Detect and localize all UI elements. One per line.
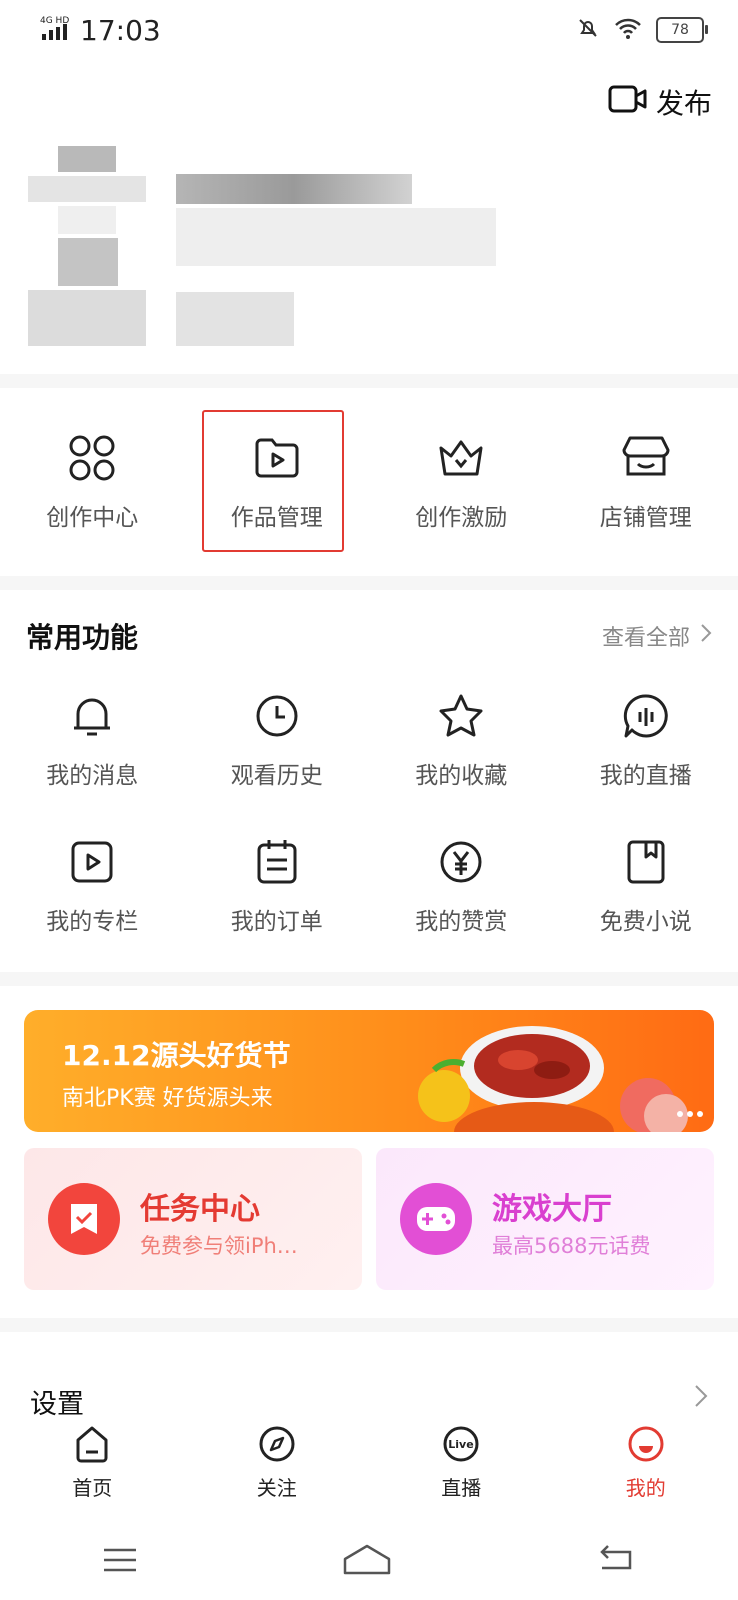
- settings-chevron-icon[interactable]: [694, 1384, 708, 1412]
- common-row-1: 我的消息 观看历史 我的收藏 我的直播: [0, 690, 738, 790]
- my-orders-label: 我的订单: [230, 909, 323, 935]
- username-blurred: [176, 174, 412, 204]
- order-icon: [257, 840, 297, 884]
- publish-button[interactable]: 发布: [608, 82, 712, 122]
- creator-incentive-button[interactable]: 创作激励: [369, 432, 554, 532]
- game-hall-title: 游戏大厅: [492, 1192, 612, 1227]
- settings-label[interactable]: 设置: [30, 1382, 84, 1421]
- profile-stats-blurred: [176, 292, 294, 346]
- status-icons: 78: [576, 16, 708, 44]
- live-icon: [623, 694, 668, 738]
- profile-icon: [628, 1426, 664, 1462]
- signal-icon: 4G HD: [40, 14, 74, 42]
- my-rewards-label: 我的赞赏: [415, 909, 508, 935]
- publish-label: 发布: [655, 87, 712, 120]
- see-all-label: 查看全部: [601, 626, 690, 651]
- see-all-link[interactable]: 查看全部: [602, 620, 712, 652]
- tab-home-label: 首页: [72, 1476, 113, 1500]
- clock-icon: [256, 695, 298, 737]
- tab-follow[interactable]: 关注: [185, 1424, 370, 1514]
- home-icon: [76, 1426, 108, 1463]
- compass-icon: [259, 1426, 295, 1462]
- creator-tools: 创作中心 作品管理 创作激励 店铺管理: [0, 432, 738, 532]
- store-icon: [622, 436, 670, 476]
- divider: [0, 576, 738, 590]
- task-center-subtitle: 免费参与领iPh…: [140, 1234, 298, 1258]
- free-novels-label: 免费小说: [599, 909, 692, 935]
- tab-live-label: 直播: [441, 1476, 482, 1500]
- banner-subtitle: 南北PK赛 好货源头来: [62, 1086, 273, 1111]
- system-nav-bar: [0, 1524, 738, 1600]
- svg-text:Live: Live: [449, 1438, 474, 1451]
- bell-icon: [74, 698, 111, 736]
- my-messages-label: 我的消息: [46, 763, 139, 789]
- gamepad-icon: [400, 1183, 472, 1255]
- my-favorites-button[interactable]: 我的收藏: [369, 690, 554, 790]
- banner-title: 12.12源头好货节: [62, 1039, 291, 1072]
- book-icon: [627, 840, 665, 884]
- home-nav-icon[interactable]: [342, 1543, 392, 1581]
- my-rewards-button[interactable]: 我的赞赏: [369, 836, 554, 936]
- game-hall-subtitle: 最高5688元话费: [492, 1234, 651, 1258]
- menu-icon[interactable]: [102, 1546, 138, 1578]
- tab-me-label: 我的: [625, 1476, 666, 1500]
- video-camera-icon: [608, 84, 648, 121]
- store-management-label: 店铺管理: [599, 505, 692, 531]
- my-live-button[interactable]: 我的直播: [554, 690, 738, 790]
- tab-bar: 首页 关注 Live 直播 我的: [0, 1424, 738, 1514]
- game-hall-card[interactable]: 游戏大厅 最高5688元话费: [376, 1148, 714, 1290]
- free-novels-button[interactable]: 免费小说: [554, 836, 738, 936]
- star-icon: [439, 694, 483, 737]
- profile-info-blurred: [176, 208, 496, 266]
- my-orders-button[interactable]: 我的订单: [185, 836, 370, 936]
- my-live-label: 我的直播: [599, 763, 692, 789]
- my-favorites-label: 我的收藏: [415, 763, 508, 789]
- task-icon: [48, 1183, 120, 1255]
- yen-icon: [440, 841, 482, 883]
- task-center-card[interactable]: 任务中心 免费参与领iPh…: [24, 1148, 362, 1290]
- back-nav-icon[interactable]: [596, 1544, 636, 1580]
- mute-bell-icon: [576, 16, 600, 44]
- play-square-icon: [71, 841, 113, 883]
- divider: [0, 1318, 738, 1332]
- divider: [0, 374, 738, 388]
- status-time: 17:03: [80, 14, 161, 47]
- highlight-box: [202, 410, 344, 552]
- tab-follow-label: 关注: [256, 1476, 297, 1500]
- creator-incentive-label: 创作激励: [415, 505, 508, 531]
- divider: [0, 972, 738, 986]
- crown-icon: [439, 440, 483, 476]
- my-column-label: 我的专栏: [46, 909, 139, 935]
- avatar[interactable]: [28, 146, 146, 346]
- grid-icon: [69, 435, 115, 481]
- common-row-2: 我的专栏 我的订单 我的赞赏 免费小说: [0, 836, 738, 936]
- creator-center-label: 创作中心: [46, 505, 139, 531]
- tab-home[interactable]: 首页: [0, 1424, 185, 1514]
- live-badge-icon: Live: [443, 1426, 479, 1462]
- wifi-icon: [614, 16, 642, 44]
- tab-me[interactable]: 我的: [554, 1424, 738, 1514]
- my-messages-button[interactable]: 我的消息: [0, 690, 185, 790]
- store-management-button[interactable]: 店铺管理: [554, 432, 738, 532]
- creator-center-button[interactable]: 创作中心: [0, 432, 185, 532]
- chevron-right-icon: [700, 623, 712, 649]
- watch-history-button[interactable]: 观看历史: [185, 690, 370, 790]
- watch-history-label: 观看历史: [230, 763, 323, 789]
- promo-banner[interactable]: 12.12源头好货节 南北PK赛 好货源头来: [24, 1010, 714, 1132]
- banner-food-image: [414, 1010, 714, 1132]
- task-center-title: 任务中心: [140, 1192, 260, 1227]
- section-title: 常用功能: [26, 621, 139, 654]
- tab-live[interactable]: Live 直播: [369, 1424, 554, 1514]
- my-column-button[interactable]: 我的专栏: [0, 836, 185, 936]
- battery-indicator: 78: [656, 17, 708, 43]
